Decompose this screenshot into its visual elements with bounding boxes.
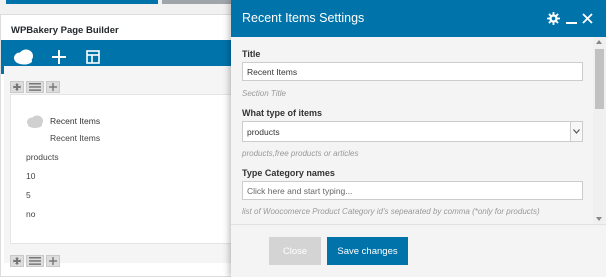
element-value-count: 10	[26, 171, 36, 181]
title-label: Title	[242, 49, 261, 59]
template-icon	[86, 50, 100, 64]
element-subtitle: Recent Items	[50, 133, 101, 143]
element-value-type: products	[26, 152, 59, 162]
tab-inactive-indicator[interactable]	[162, 0, 234, 4]
cloud-icon	[14, 49, 33, 65]
tab-active-indicator[interactable]	[6, 0, 158, 4]
element-name: Recent Items	[50, 116, 101, 126]
menu-icon	[29, 257, 41, 265]
type-select-value: products	[247, 127, 280, 137]
chevron-down-icon	[570, 122, 582, 141]
category-label: Type Category names	[242, 168, 335, 178]
modal-footer: Close Save changes	[231, 224, 606, 277]
row-add-button[interactable]	[46, 255, 60, 267]
row-controls	[10, 81, 60, 93]
minimize-icon[interactable]	[564, 11, 578, 25]
row-move-handle[interactable]	[10, 81, 24, 93]
type-help: products,free products or articles	[242, 149, 359, 158]
modal-header: Recent Items Settings	[231, 0, 606, 37]
modal-scrollbar[interactable]	[593, 37, 606, 224]
plus-icon	[52, 50, 66, 64]
title-help: Section Title	[242, 89, 286, 98]
modal-body: Title Recent Items Section Title What ty…	[231, 37, 593, 224]
move-icon	[13, 83, 21, 91]
title-input[interactable]: Recent Items	[242, 62, 583, 81]
category-help: list of Woocomerce Product Category id's…	[242, 207, 540, 216]
row-add-button[interactable]	[46, 81, 60, 93]
settings-modal: Recent Items Settings Title Recent Items	[231, 0, 606, 277]
row-controls-bottom	[10, 255, 60, 267]
close-icon[interactable]	[580, 11, 594, 25]
menu-icon	[29, 83, 41, 91]
row-layout-button[interactable]	[26, 255, 44, 267]
element-value-flag: no	[26, 209, 36, 219]
category-input[interactable]: Click here and start typing...	[242, 181, 583, 200]
scrollbar-thumb[interactable]	[595, 49, 604, 109]
recent-items-element[interactable]: Recent Items Recent Items products 10 5 …	[18, 109, 240, 232]
move-icon	[13, 257, 21, 265]
scroll-down-icon[interactable]	[596, 217, 602, 221]
plus-icon	[49, 257, 57, 265]
scroll-up-icon[interactable]	[596, 40, 602, 44]
close-button[interactable]: Close	[269, 237, 321, 265]
gear-icon[interactable]	[546, 11, 560, 25]
row-layout-button[interactable]	[26, 81, 44, 93]
save-changes-button[interactable]: Save changes	[327, 237, 408, 265]
plus-icon	[49, 83, 57, 91]
cloud-icon	[26, 115, 44, 130]
builder-title: WPBakery Page Builder	[11, 25, 119, 36]
modal-title: Recent Items Settings	[242, 11, 365, 25]
type-select[interactable]: products	[242, 121, 583, 142]
type-label: What type of items	[242, 108, 323, 118]
row-move-handle[interactable]	[10, 255, 24, 267]
element-value-columns: 5	[26, 190, 31, 200]
